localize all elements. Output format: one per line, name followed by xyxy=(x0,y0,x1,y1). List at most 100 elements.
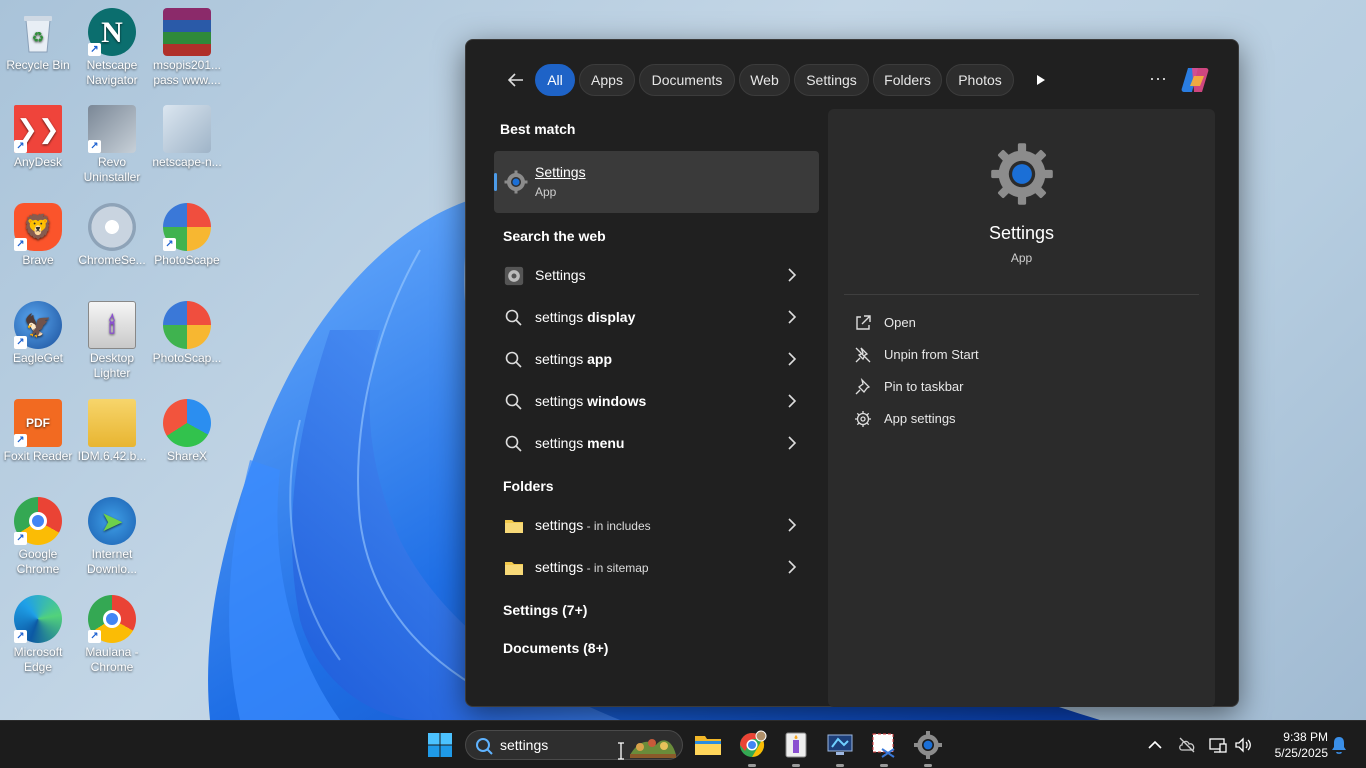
taskbar-chrome[interactable] xyxy=(736,729,768,767)
search-input[interactable] xyxy=(500,735,620,755)
web-result-label: settings windows xyxy=(535,393,647,409)
foxit-reader-icon: PDF ↗ xyxy=(14,399,62,447)
web-result-label: settings app xyxy=(535,351,613,367)
web-result-label: Settings xyxy=(535,267,586,283)
shortcut-arrow-icon: ↗ xyxy=(14,532,27,545)
web-result-settings-app[interactable]: settings app xyxy=(494,342,819,378)
sharex-icon xyxy=(163,399,211,447)
desktop-icon-revo-uninstaller[interactable]: ↗ Revo Uninstaller xyxy=(74,105,150,185)
back-arrow-icon xyxy=(507,73,523,87)
back-button[interactable] xyxy=(502,66,530,94)
desktop-icon-label: ChromeSe... xyxy=(78,253,146,267)
web-result-settings[interactable]: Settings xyxy=(494,258,819,294)
action-app-settings[interactable]: App settings xyxy=(854,407,1154,431)
desktop-icon-sharex[interactable]: ShareX xyxy=(149,399,225,464)
running-indicator xyxy=(792,764,800,767)
filter-documents[interactable]: Documents xyxy=(639,64,735,96)
desktop-icon-label: Recycle Bin xyxy=(6,58,70,72)
taskbar-search-box[interactable] xyxy=(465,730,683,760)
volume-control[interactable] xyxy=(1233,735,1253,755)
desktop-lighter-icon xyxy=(785,732,807,758)
filter-apps[interactable]: Apps xyxy=(579,64,635,96)
running-indicator xyxy=(748,764,756,767)
onedrive-status[interactable] xyxy=(1177,735,1197,755)
detail-type: App xyxy=(1010,251,1033,265)
file-explorer-icon xyxy=(695,736,721,755)
notifications-button[interactable] xyxy=(1330,735,1350,755)
desktop-icon-microsoft-edge[interactable]: ↗ Microsoft Edge xyxy=(0,595,76,675)
web-result-settings-menu[interactable]: settings menu xyxy=(494,426,819,462)
desktop-icon-netscape-n[interactable]: netscape-n... xyxy=(149,105,225,170)
folder-result-includes[interactable]: settings - in includes xyxy=(494,508,819,544)
taskbar-clock[interactable]: 9:38 PM 5/25/2025 xyxy=(1262,729,1328,761)
desktop-icon-recycle-bin[interactable]: ♻ Recycle Bin xyxy=(0,8,76,73)
chevron-right-icon xyxy=(788,436,797,450)
open-external-icon xyxy=(856,315,871,330)
more-options-button[interactable]: ··· xyxy=(1146,64,1170,96)
desktop-icon-label: ShareX xyxy=(166,449,208,463)
folder-result-label: settings - in includes xyxy=(535,517,651,533)
shortcut-arrow-icon: ↗ xyxy=(14,630,27,643)
gear-icon xyxy=(855,411,871,427)
desktop-icon-google-chrome[interactable]: ↗ Google Chrome xyxy=(0,497,76,577)
settings-gear-icon xyxy=(504,266,524,286)
taskbar-settings[interactable] xyxy=(912,729,944,767)
shortcut-arrow-icon: ↗ xyxy=(14,140,27,153)
desktop-icon-foxit-reader[interactable]: PDF ↗ Foxit Reader xyxy=(0,399,76,464)
filter-more-button[interactable] xyxy=(1026,64,1056,96)
network-status[interactable] xyxy=(1208,735,1228,755)
action-pin-to-taskbar[interactable]: Pin to taskbar xyxy=(854,375,1154,399)
settings-count-heading[interactable]: Settings (7+) xyxy=(503,602,587,618)
action-open[interactable]: Open xyxy=(854,311,1154,335)
filter-settings[interactable]: Settings xyxy=(794,64,869,96)
desktop-icon-netscape-navigator[interactable]: N ↗ Netscape Navigator xyxy=(74,8,150,88)
desktop-icon-desktop-lighter[interactable]: 🕯 Desktop Lighter xyxy=(74,301,150,381)
desktop-icon-photoscape[interactable]: ↗ PhotoScape xyxy=(149,203,225,268)
shortcut-arrow-icon: ↗ xyxy=(14,238,27,251)
desktop-icon-msopis[interactable]: msopis201... pass www.... xyxy=(149,8,225,88)
desktop-icon-eagleget[interactable]: 🦅 ↗ EagleGet xyxy=(0,301,76,366)
desktop-icon-brave[interactable]: 🦁 ↗ Brave xyxy=(0,203,76,268)
action-unpin-from-start[interactable]: Unpin from Start xyxy=(854,343,1154,367)
desktop-icon-idm-folder[interactable]: IDM.6.42.b... xyxy=(74,399,150,464)
desktop-icon-label: msopis201... pass www.... xyxy=(152,58,222,87)
detail-title: Settings xyxy=(988,223,1055,243)
web-result-settings-windows[interactable]: settings windows xyxy=(494,384,819,420)
filter-folders[interactable]: Folders xyxy=(873,64,942,96)
desktop-icon-label: netscape-n... xyxy=(152,155,222,169)
taskbar-desktop-lighter[interactable] xyxy=(780,729,812,767)
documents-count-heading[interactable]: Documents (8+) xyxy=(503,640,608,656)
chevron-right-icon xyxy=(788,268,797,282)
best-match-settings-app[interactable]: Settings App xyxy=(494,151,819,213)
desktop-icon-label: AnyDesk xyxy=(13,155,63,169)
desktop-icon-label: Brave xyxy=(22,253,54,267)
web-result-settings-display[interactable]: settings display xyxy=(494,300,819,336)
start-button[interactable] xyxy=(424,729,456,761)
desktop-icon-anydesk[interactable]: ❯❯ ↗ AnyDesk xyxy=(0,105,76,170)
desktop-icon-photoscap2[interactable]: PhotoScap... xyxy=(149,301,225,366)
taskbar-file-explorer[interactable] xyxy=(692,729,724,761)
chevron-right-icon xyxy=(788,352,797,366)
desktop-icon-label: EagleGet xyxy=(12,351,64,365)
monitor-app-icon xyxy=(827,734,853,755)
desktop-icon-chromese[interactable]: ChromeSe... xyxy=(74,203,150,268)
folder-result-sitemap[interactable]: settings - in sitemap xyxy=(494,550,819,586)
filter-photos[interactable]: Photos xyxy=(946,64,1014,96)
filter-web[interactable]: Web xyxy=(739,64,790,96)
filter-all[interactable]: All xyxy=(535,64,575,96)
text-cursor-icon xyxy=(618,742,624,760)
copilot-button[interactable] xyxy=(1180,66,1210,94)
shortcut-arrow-icon: ↗ xyxy=(88,43,101,56)
folder-result-label: settings - in sitemap xyxy=(535,559,649,575)
recycle-bin-icon: ♻ xyxy=(14,8,62,56)
speaker-icon xyxy=(1235,737,1251,753)
show-hidden-icons-button[interactable] xyxy=(1145,735,1165,755)
action-label: Unpin from Start xyxy=(884,347,979,362)
taskbar-snipping-tool[interactable] xyxy=(868,729,900,767)
desktop-icon-maulana-chrome[interactable]: ↗ Maulana - Chrome xyxy=(74,595,150,675)
photoscape-icon xyxy=(163,301,211,349)
desktop-icon-internet-download-manager[interactable]: ➤ Internet Downlo... xyxy=(74,497,150,577)
taskbar-remote-app[interactable] xyxy=(824,729,856,767)
chevron-right-icon xyxy=(788,560,797,574)
cloud-offline-icon xyxy=(1179,737,1195,753)
